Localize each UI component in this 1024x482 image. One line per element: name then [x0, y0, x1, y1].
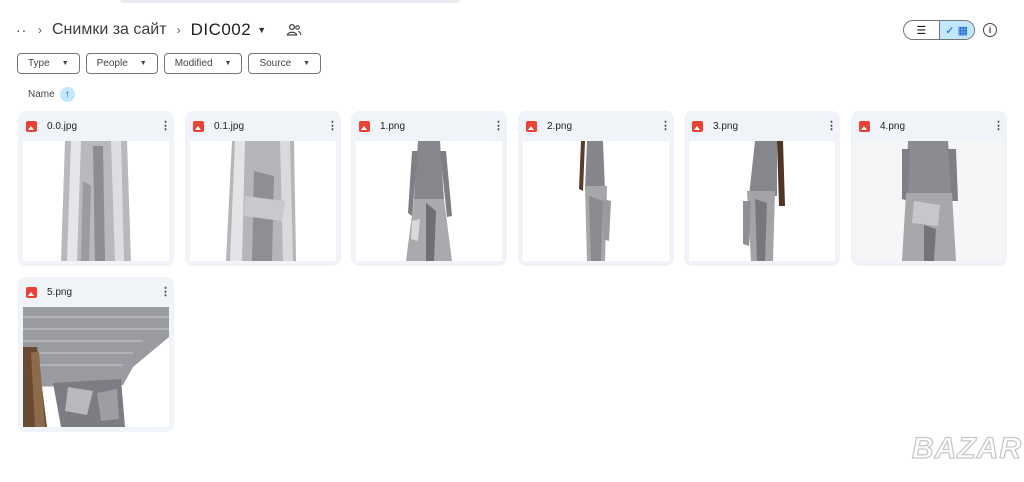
file-name: 0.1.jpg: [214, 120, 245, 132]
dropdown-arrow-icon: ▼: [224, 60, 232, 67]
filter-label: People: [96, 58, 128, 69]
filter-source[interactable]: Source ▼: [248, 53, 322, 74]
more-options-icon[interactable]: ⋮: [993, 120, 1004, 132]
filter-label: Modified: [174, 58, 213, 69]
image-file-icon: [526, 120, 537, 132]
image-file-icon: [26, 120, 37, 132]
chevron-right-icon: ›: [176, 23, 181, 37]
breadcrumb: ·· › Снимки за сайт › DIC002 ▼: [16, 18, 302, 42]
image-file-icon: [26, 286, 37, 298]
dropdown-arrow-icon: ▼: [303, 60, 311, 67]
filter-modified[interactable]: Modified ▼: [163, 53, 243, 74]
file-card[interactable]: 4.png ⋮: [851, 111, 1007, 266]
file-thumbnail[interactable]: [23, 141, 169, 261]
more-options-icon[interactable]: ⋮: [327, 120, 338, 132]
more-options-icon[interactable]: ⋮: [160, 286, 171, 298]
image-file-icon: [359, 120, 370, 132]
file-name: 5.png: [47, 286, 73, 298]
image-file-icon: [692, 120, 703, 132]
breadcrumb-overflow[interactable]: ··: [16, 22, 28, 38]
filter-people[interactable]: People ▼: [85, 53, 158, 74]
file-thumbnail[interactable]: [856, 141, 1002, 261]
file-name: 1.png: [380, 120, 406, 132]
file-card[interactable]: 1.png ⋮: [351, 111, 507, 266]
file-card[interactable]: 0.1.jpg ⋮: [185, 111, 341, 266]
image-file-icon: [859, 120, 870, 132]
sort-ascending-icon[interactable]: ↑: [59, 87, 75, 102]
image-file-icon: [193, 120, 204, 132]
dropdown-caret-icon[interactable]: ▼: [257, 25, 266, 35]
top-scroll-indicator: [120, 0, 460, 3]
dropdown-arrow-icon: ▼: [61, 60, 69, 67]
list-view-button[interactable]: ☰: [904, 21, 939, 39]
more-options-icon[interactable]: ⋮: [660, 120, 671, 132]
breadcrumb-current[interactable]: DIC002: [191, 20, 252, 40]
file-name: 3.png: [713, 120, 739, 132]
filter-type[interactable]: Type ▼: [17, 53, 80, 74]
file-card[interactable]: 5.png ⋮: [18, 277, 174, 432]
filter-bar: Type ▼ People ▼ Modified ▼ Source ▼: [17, 53, 322, 74]
more-options-icon[interactable]: ⋮: [493, 120, 504, 132]
file-thumbnail[interactable]: [356, 141, 502, 261]
file-thumbnail[interactable]: [23, 307, 169, 427]
more-options-icon[interactable]: ⋮: [826, 120, 837, 132]
sort-label[interactable]: Name: [28, 89, 55, 100]
watermark-logo: BAZAR: [911, 431, 1022, 465]
file-thumbnail[interactable]: [523, 141, 669, 261]
file-name: 4.png: [880, 120, 906, 132]
file-thumbnail[interactable]: [689, 141, 835, 261]
dropdown-arrow-icon: ▼: [139, 60, 147, 67]
shared-folder-icon[interactable]: [286, 23, 302, 37]
chevron-right-icon: ›: [38, 23, 42, 37]
file-card[interactable]: 2.png ⋮: [518, 111, 674, 266]
more-options-icon[interactable]: ⋮: [160, 120, 171, 132]
sort-control[interactable]: Name ↑: [28, 87, 75, 102]
view-toggle: ☰ ✓ ▦: [903, 20, 975, 40]
file-card[interactable]: 3.png ⋮: [684, 111, 840, 266]
file-name: 0.0.jpg: [47, 120, 78, 132]
grid-view-button[interactable]: ✓ ▦: [938, 21, 974, 39]
filter-label: Type: [28, 58, 50, 69]
info-icon[interactable]: i: [983, 23, 997, 37]
file-name: 2.png: [547, 120, 573, 132]
file-thumbnail[interactable]: [190, 141, 336, 261]
filter-label: Source: [259, 58, 292, 69]
breadcrumb-parent[interactable]: Снимки за сайт: [52, 21, 167, 39]
file-card[interactable]: 0.0.jpg ⋮: [18, 111, 174, 266]
